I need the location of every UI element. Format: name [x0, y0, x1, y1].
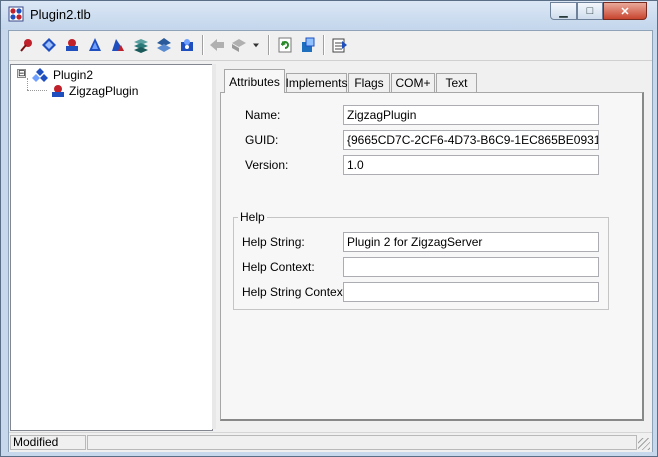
- version-field[interactable]: 1.0: [343, 155, 599, 175]
- close-button[interactable]: ✕: [603, 2, 647, 20]
- new-property-icon: [232, 39, 246, 52]
- name-field[interactable]: ZigzagPlugin: [343, 105, 599, 125]
- tree-node-label: Plugin2: [53, 68, 94, 82]
- library-tree[interactable]: ⊟ Plugin2 ZigzagPlugin: [10, 64, 213, 431]
- help-context-label: Help Context:: [242, 260, 315, 274]
- tab-text[interactable]: Text: [436, 73, 477, 92]
- toolbar: [9, 31, 652, 61]
- new-dispinterface-icon: [181, 39, 193, 51]
- resize-grip[interactable]: [638, 438, 650, 450]
- new-dispinterface-button[interactable]: [178, 36, 196, 54]
- new-alias-icon: [112, 39, 124, 51]
- maximize-icon: □: [586, 5, 594, 17]
- dropdown-arrow-icon: [253, 43, 259, 48]
- refresh-icon: [278, 37, 292, 53]
- dropdown-button[interactable]: [250, 36, 262, 54]
- title-bar[interactable]: Plugin2.tlb ▁ □ ✕: [1, 1, 657, 29]
- tab-label: Text: [445, 76, 468, 90]
- tab-label: Attributes: [229, 74, 280, 89]
- new-module-button[interactable]: [17, 36, 35, 54]
- tab-attributes[interactable]: Attributes: [224, 69, 285, 93]
- tree-connector: [27, 78, 28, 90]
- help-string-context-field[interactable]: [343, 282, 599, 302]
- maximize-button[interactable]: □: [577, 2, 603, 20]
- window-title: Plugin2.tlb: [30, 7, 91, 22]
- tab-com-plus[interactable]: COM+: [391, 73, 435, 92]
- app-window: Plugin2.tlb ▁ □ ✕ ⊟ Plugin2 ZigzagPlugin…: [0, 0, 658, 457]
- new-method-button[interactable]: [208, 36, 226, 54]
- status-text: Modified: [10, 435, 86, 450]
- help-groupbox: Help Help String: Plugin 2 for ZigzagSer…: [233, 210, 609, 310]
- tab-label: COM+: [395, 76, 431, 90]
- minimize-button[interactable]: ▁: [550, 2, 577, 20]
- client-area: ⊟ Plugin2 ZigzagPlugin Attributes Implem…: [8, 30, 653, 452]
- tab-control: Attributes Implements Flags COM+ Text Na…: [220, 68, 646, 422]
- new-union-button[interactable]: [155, 36, 173, 54]
- new-enum-button[interactable]: [86, 36, 104, 54]
- version-label: Version:: [245, 158, 289, 172]
- help-string-field[interactable]: Plugin 2 for ZigzagServer: [343, 232, 599, 252]
- register-icon: [302, 37, 315, 52]
- export-button[interactable]: [331, 36, 349, 54]
- new-interface-icon: [42, 38, 56, 52]
- new-coclass-button[interactable]: [63, 36, 81, 54]
- name-label: Name:: [245, 108, 281, 122]
- toolbar-separator: [268, 35, 270, 55]
- tab-implements[interactable]: Implements: [285, 73, 348, 92]
- toolbar-separator: [202, 35, 204, 55]
- tab-label: Implements: [285, 76, 348, 90]
- tab-label: Flags: [354, 76, 384, 90]
- type-library-icon: [8, 6, 24, 22]
- coclass-node-icon: [52, 85, 64, 97]
- help-string-label: Help String:: [242, 235, 305, 249]
- new-method-icon: [210, 39, 224, 51]
- new-interface-button[interactable]: [40, 36, 58, 54]
- help-group-title: Help: [238, 210, 267, 224]
- close-icon: ✕: [620, 5, 630, 18]
- toolbar-separator: [323, 35, 325, 55]
- new-union-icon: [157, 38, 171, 52]
- new-coclass-icon: [66, 39, 78, 51]
- export-icon: [332, 38, 347, 53]
- minimize-icon: ▁: [559, 5, 568, 18]
- type-library-node-icon: [32, 68, 48, 82]
- guid-label: GUID:: [245, 133, 279, 147]
- new-alias-button[interactable]: [109, 36, 127, 54]
- pane-splitter[interactable]: [212, 64, 216, 429]
- tab-flags[interactable]: Flags: [348, 73, 390, 92]
- help-string-context-label: Help String Context:: [242, 285, 350, 299]
- help-context-field[interactable]: [343, 257, 599, 277]
- tree-node-zigzagplugin[interactable]: ZigzagPlugin: [50, 83, 138, 99]
- new-record-icon: [134, 39, 148, 53]
- collapse-toggle[interactable]: ⊟: [17, 69, 26, 78]
- tree-connector: [27, 90, 47, 91]
- attributes-page: Name: ZigzagPlugin GUID: {9665CD7C-2CF6-…: [220, 92, 644, 421]
- new-enum-icon: [89, 38, 101, 51]
- register-button[interactable]: [299, 36, 317, 54]
- status-pane-empty: [87, 435, 637, 450]
- guid-field[interactable]: {9665CD7C-2CF6-4D73-B6C9-1EC865BE0931}: [343, 130, 599, 150]
- new-record-button[interactable]: [132, 36, 150, 54]
- tree-node-plugin2[interactable]: Plugin2: [32, 67, 93, 83]
- status-bar: Modified: [9, 432, 652, 452]
- new-module-icon: [20, 39, 32, 52]
- tree-node-label: ZigzagPlugin: [69, 84, 139, 98]
- new-property-button[interactable]: [230, 36, 248, 54]
- refresh-button[interactable]: [276, 36, 294, 54]
